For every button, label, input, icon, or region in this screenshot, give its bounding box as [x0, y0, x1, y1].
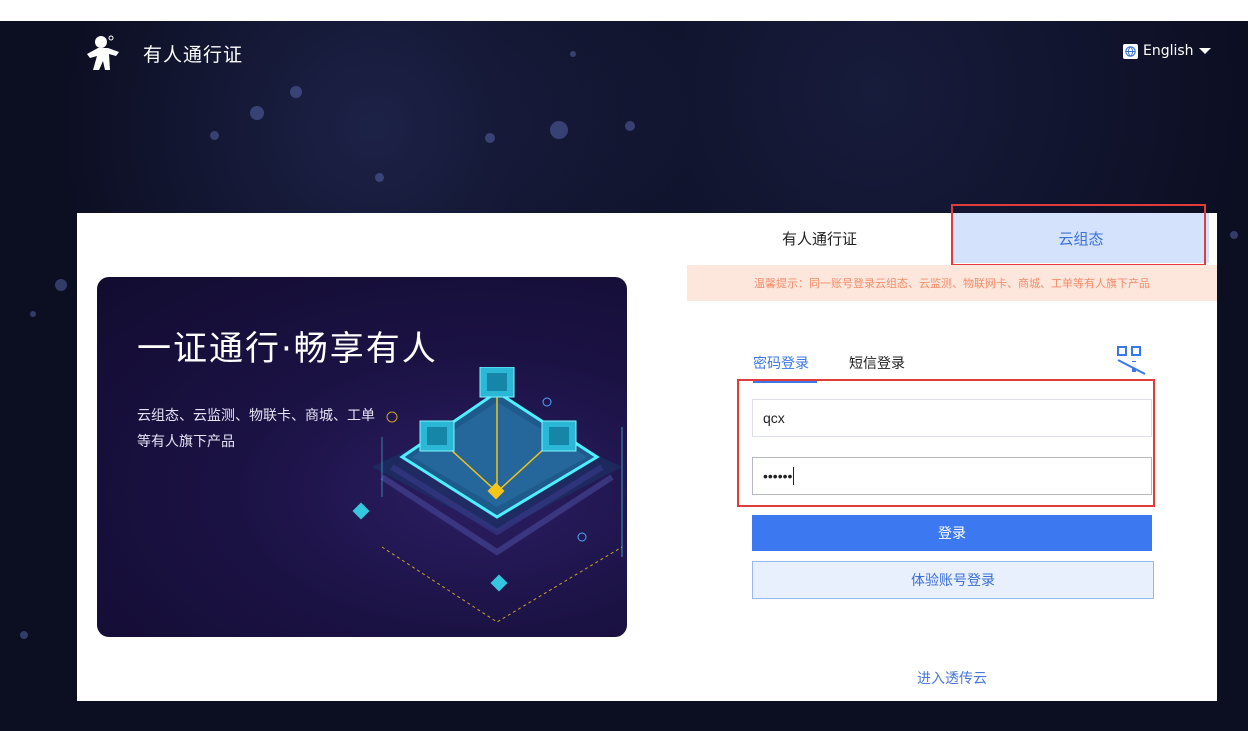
password-value: •••••• [763, 468, 793, 484]
language-label: English [1143, 43, 1194, 59]
logo-icon [82, 34, 122, 74]
tab-password-login[interactable]: 密码登录 [753, 353, 809, 373]
transparent-cloud-link[interactable]: 进入透传云 [917, 668, 987, 688]
username-value: qcx [763, 410, 785, 426]
language-switcher[interactable]: English [1123, 43, 1211, 59]
tab-cloud-config[interactable]: 云组态 [953, 213, 1209, 263]
promo-banner: 一证通行·畅享有人 云组态、云监测、物联卡、商城、工单等有人旗下产品 [97, 277, 627, 637]
active-tab-underline [753, 381, 817, 383]
globe-icon [1123, 43, 1138, 59]
tab-passport[interactable]: 有人通行证 [687, 213, 952, 263]
username-input[interactable]: qcx [752, 399, 1152, 437]
promo-title: 一证通行·畅享有人 [137, 329, 438, 369]
brand-title: 有人通行证 [143, 44, 244, 66]
password-input[interactable]: •••••• [752, 457, 1152, 495]
text-caret [793, 467, 795, 485]
top-strip [0, 0, 1248, 21]
promo-description: 云组态、云监测、物联卡、商城、工单等有人旗下产品 [137, 408, 375, 450]
iot-illustration [352, 367, 623, 623]
qr-code-icon[interactable] [1117, 346, 1147, 376]
chevron-down-icon [1198, 48, 1211, 54]
login-button[interactable]: 登录 [752, 515, 1152, 551]
login-card: 一证通行·畅享有人 云组态、云监测、物联卡、商城、工单等有人旗下产品 有人通行证… [77, 204, 1217, 701]
demo-login-button[interactable]: 体验账号登录 [752, 561, 1154, 599]
notice-banner: 温馨提示：同一账号登录云组态、云监测、物联网卡、商城、工单等有人旗下产品 [687, 265, 1217, 301]
tab-sms-login[interactable]: 短信登录 [849, 353, 905, 373]
